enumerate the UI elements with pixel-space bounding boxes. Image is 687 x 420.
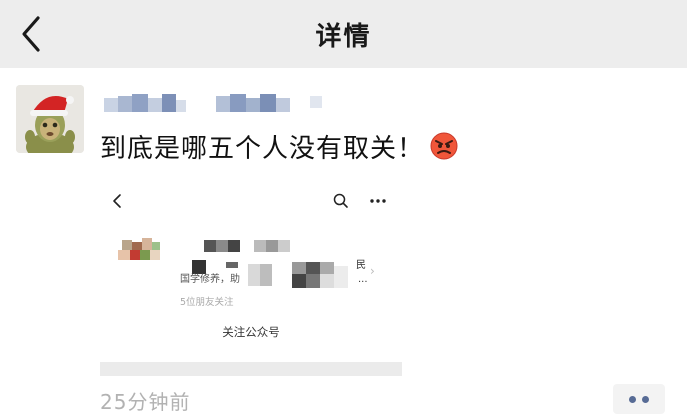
chevron-right-icon: › bbox=[370, 264, 375, 278]
chevron-left-icon bbox=[113, 194, 121, 208]
image-bottom-strip bbox=[100, 362, 402, 376]
account-description: 国学修养，助 bbox=[180, 274, 240, 285]
post-content: 到底是哪五个人没有取关！ bbox=[100, 128, 458, 167]
nav-header: 详情 bbox=[0, 0, 687, 68]
friends-following-count: 5位朋友关注 bbox=[180, 297, 234, 308]
post-text: 到底是哪五个人没有取关！ bbox=[100, 134, 425, 164]
description-ellipsis: ... bbox=[358, 274, 368, 285]
avatar[interactable] bbox=[16, 85, 84, 153]
post-timestamp: 25分钟前 bbox=[100, 390, 191, 414]
santa-hat-avatar-icon bbox=[16, 85, 84, 153]
page-title: 详情 bbox=[315, 22, 372, 52]
more-actions-button[interactable] bbox=[613, 384, 665, 414]
username-redacted[interactable] bbox=[104, 94, 334, 116]
account-logo-redacted bbox=[118, 238, 166, 270]
follow-account-button[interactable]: 关注公众号 bbox=[100, 324, 402, 340]
search-icon bbox=[333, 193, 348, 208]
more-dots-icon bbox=[370, 199, 386, 203]
account-name-trailing-char: 民 bbox=[356, 260, 366, 271]
embedded-screenshot-image[interactable]: 民 ... › 国学修养，助 5位朋友关注 关注公众号 bbox=[100, 182, 402, 350]
angry-face-emoji-icon bbox=[430, 132, 458, 167]
